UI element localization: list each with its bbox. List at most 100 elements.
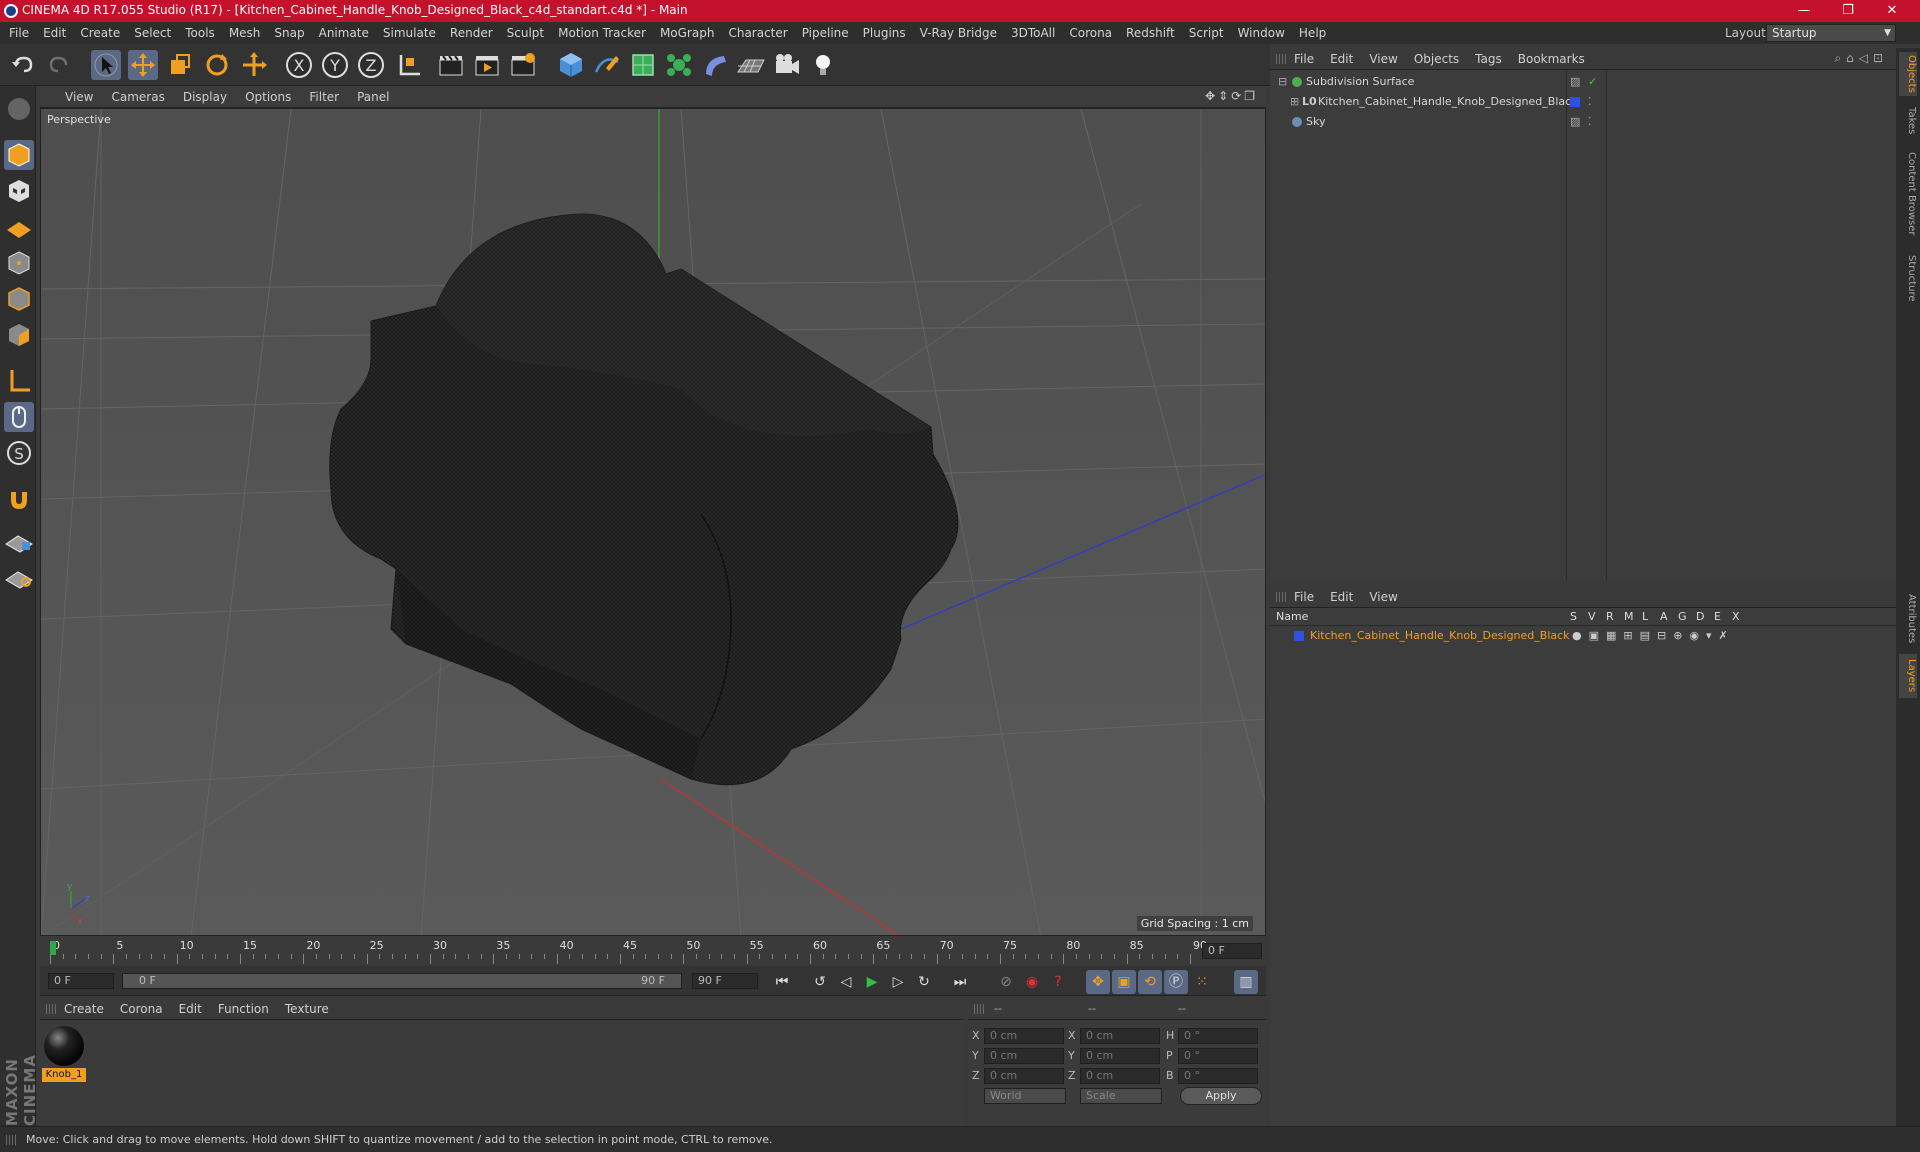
apply-button[interactable]: Apply (1180, 1087, 1262, 1105)
object-menu-tags[interactable]: Tags (1467, 48, 1510, 70)
enabled-check-icon[interactable]: ✓ (1588, 72, 1597, 92)
viewport-nav-icons[interactable]: ✥⇕⟳❐ (1205, 89, 1258, 103)
make-editable-button[interactable] (4, 94, 34, 124)
point-level-key-button[interactable]: ⁙ (1190, 970, 1214, 994)
viewport-menu-panel[interactable]: Panel (348, 86, 398, 108)
material-menu-corona[interactable]: Corona (112, 998, 171, 1020)
enable-axis-button[interactable] (4, 366, 34, 396)
layout-select[interactable]: Startup ▼ (1766, 24, 1896, 42)
camera-button[interactable] (772, 50, 802, 80)
layer-column-header[interactable]: E (1714, 610, 1721, 623)
pen-spline-button[interactable] (592, 50, 622, 80)
material-swatch[interactable]: Knob_1 (42, 1026, 86, 1082)
menu-render[interactable]: Render (443, 22, 500, 44)
parameter-key-button[interactable]: Ⓟ (1164, 970, 1188, 994)
object-menu-view[interactable]: View (1361, 48, 1405, 70)
layer-row[interactable]: Kitchen_Cabinet_Handle_Knob_Designed_Bla… (1270, 626, 1896, 646)
menu-animate[interactable]: Animate (312, 22, 376, 44)
side-tab-content-browser[interactable]: Content Browser (1899, 146, 1917, 242)
points-mode-button[interactable] (4, 248, 34, 278)
coordinate-system-button[interactable] (394, 50, 424, 80)
menu-window[interactable]: Window (1231, 22, 1292, 44)
position-key-button[interactable]: ✥ (1086, 970, 1110, 994)
menu-plugins[interactable]: Plugins (856, 22, 913, 44)
layer-column-header[interactable]: A (1660, 610, 1668, 623)
material-menu-function[interactable]: Function (210, 998, 277, 1020)
workplane-mode-button[interactable] (4, 212, 34, 242)
menu-pipeline[interactable]: Pipeline (795, 22, 856, 44)
layer-menu-file[interactable]: File (1286, 586, 1322, 608)
live-selection-button[interactable] (91, 50, 121, 80)
viewport-menu-view[interactable]: View (56, 86, 102, 108)
menu-mograph[interactable]: MoGraph (653, 22, 722, 44)
menu-file[interactable]: File (2, 22, 36, 44)
rotation-key-button[interactable]: ⟲ (1138, 970, 1162, 994)
object-row-knob[interactable]: ⊞ L0 Kitchen_Cabinet_Handle_Knob_Designe… (1270, 92, 1896, 112)
go-to-start-button[interactable]: ⏮ (770, 970, 794, 994)
coord-value-field[interactable]: 0 cm (984, 1048, 1064, 1064)
object-menu-objects[interactable]: Objects (1406, 48, 1467, 70)
coord-value-field[interactable]: 0 cm (984, 1028, 1064, 1044)
tree-collapse-icon[interactable]: ⊟ (1278, 72, 1287, 92)
layer-toggle-icons[interactable]: ●▣▦⊞▤⊟⊕◉▾✗ (1572, 626, 1735, 646)
frame-range-slider[interactable]: 0 F 90 F (122, 973, 682, 989)
object-menu-file[interactable]: File (1286, 48, 1322, 70)
tweak-mode-button[interactable] (4, 402, 34, 432)
light-button[interactable] (808, 50, 838, 80)
floor-button[interactable] (736, 50, 766, 80)
menu-help[interactable]: Help (1292, 22, 1333, 44)
model-mode-button[interactable] (4, 140, 34, 170)
side-tab-attributes[interactable]: Attributes (1899, 588, 1917, 650)
viewport-menu-filter[interactable]: Filter (300, 86, 348, 108)
coordinate-size-mode-select[interactable]: Scale (1080, 1088, 1162, 1104)
coord-value-field[interactable]: 0 cm (984, 1068, 1064, 1084)
redo-button[interactable] (44, 50, 74, 80)
visibility-dots-icon[interactable]: ⁚ (1588, 92, 1592, 112)
layer-menu-view[interactable]: View (1361, 586, 1405, 608)
timeline-ruler[interactable]: 0 5 10 15 20 25 30 35 40 45 50 55 60 65 70 75 80 85 90 0 F (40, 936, 1266, 966)
tree-expand-icon[interactable]: ⊞ (1290, 92, 1299, 112)
menu-create[interactable]: Create (73, 22, 127, 44)
coord-value-field[interactable]: 0 ° (1178, 1068, 1258, 1084)
cube-object-button[interactable] (556, 50, 586, 80)
side-tab-structure[interactable]: Structure (1899, 250, 1917, 306)
cloner-button[interactable] (664, 50, 694, 80)
object-row-sky[interactable]: Sky ▨ ⁚ (1270, 112, 1896, 132)
subdivision-surface-button[interactable] (628, 50, 658, 80)
solo-button[interactable]: S (4, 438, 34, 468)
material-menu-create[interactable]: Create (56, 998, 112, 1020)
side-tab-objects[interactable]: Objects (1899, 52, 1917, 96)
play-button[interactable]: ▶ (860, 970, 884, 994)
next-key-button[interactable]: ↻ (912, 970, 936, 994)
menu-3dtoall[interactable]: 3DToAll (1004, 22, 1062, 44)
menu-character[interactable]: Character (721, 22, 794, 44)
material-menu-edit[interactable]: Edit (171, 998, 210, 1020)
x-axis-button[interactable]: X (284, 50, 314, 80)
layer-column-header[interactable]: L (1642, 610, 1648, 623)
layer-menu-edit[interactable]: Edit (1322, 586, 1361, 608)
menu-script[interactable]: Script (1182, 22, 1231, 44)
viewport-menu-display[interactable]: Display (174, 86, 236, 108)
layer-color-swatch[interactable] (1294, 631, 1304, 641)
z-axis-button[interactable]: Z (356, 50, 386, 80)
record-keys-button[interactable]: ⊘ (994, 970, 1018, 994)
minimize-button[interactable]: — (1782, 0, 1826, 22)
layer-color-swatch[interactable] (1570, 97, 1580, 107)
end-frame-field[interactable]: 90 F (692, 973, 758, 989)
next-frame-button[interactable]: ▷ (886, 970, 910, 994)
maximize-button[interactable]: ❐ (1826, 0, 1870, 22)
polygons-mode-button[interactable] (4, 320, 34, 350)
close-button[interactable]: ✕ (1870, 0, 1914, 22)
menu-snap[interactable]: Snap (267, 22, 311, 44)
layer-column-header[interactable]: M (1624, 610, 1634, 623)
layer-column-header[interactable]: G (1678, 610, 1687, 623)
object-menu-bookmarks[interactable]: Bookmarks (1510, 48, 1593, 70)
menu-vray-bridge[interactable]: V-Ray Bridge (913, 22, 1004, 44)
start-frame-field[interactable]: 0 F (48, 973, 114, 989)
texture-mode-button[interactable] (4, 176, 34, 206)
coordinate-mode-select[interactable]: World (984, 1088, 1066, 1104)
layer-column-header[interactable]: Name (1276, 610, 1308, 623)
menu-edit[interactable]: Edit (36, 22, 73, 44)
coord-value-field[interactable]: 0 cm (1080, 1028, 1160, 1044)
edges-mode-button[interactable] (4, 284, 34, 314)
